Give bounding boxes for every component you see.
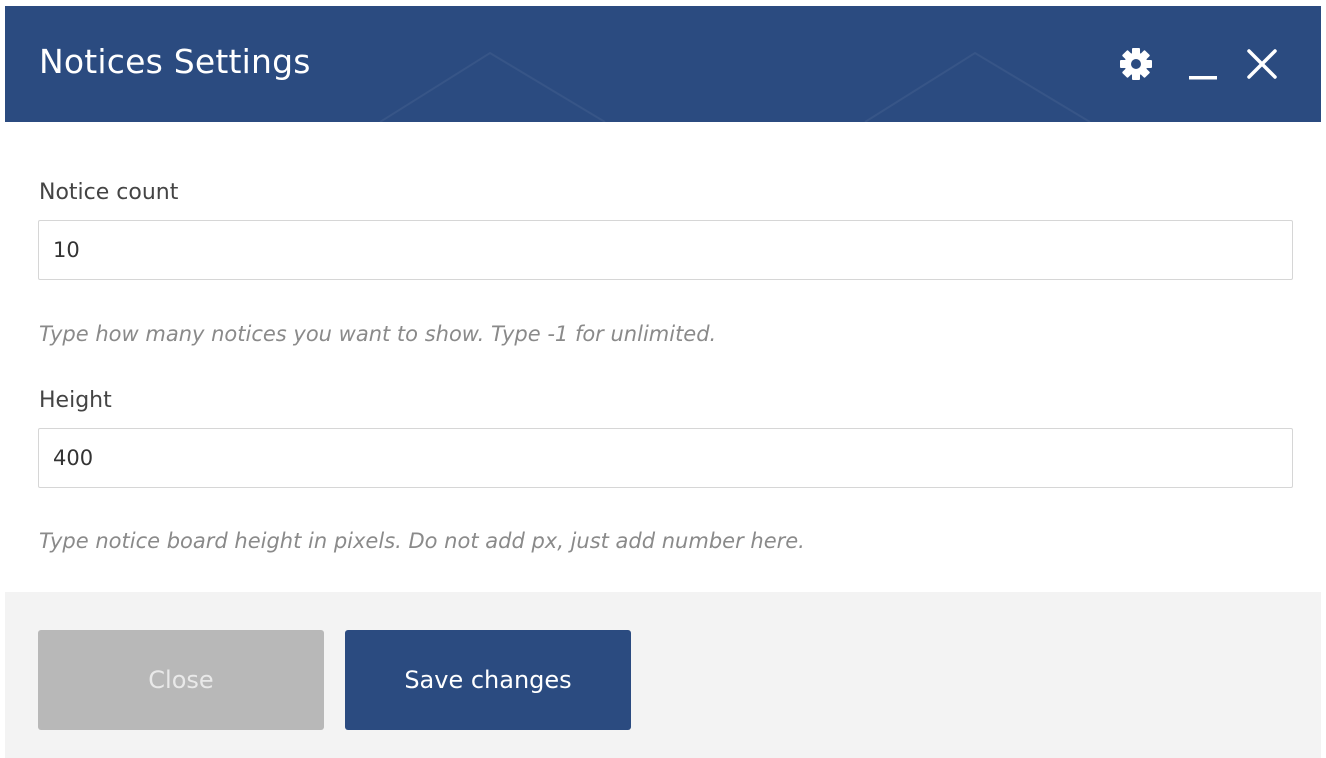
close-icon (1247, 49, 1277, 79)
dialog-title: Notices Settings (39, 42, 311, 81)
notice-count-input[interactable] (38, 220, 1293, 280)
minimize-button[interactable] (1185, 44, 1225, 84)
height-label: Height (39, 388, 112, 413)
dialog-footer: Close Save changes (5, 592, 1321, 758)
gear-icon (1120, 48, 1152, 80)
close-dialog-button[interactable] (1242, 44, 1282, 84)
height-input[interactable] (38, 428, 1293, 488)
settings-button[interactable] (1116, 44, 1156, 84)
dialog-body: Notice count Type how many notices you w… (5, 122, 1321, 592)
dialog-header: Notices Settings (5, 6, 1321, 122)
minimize-icon (1189, 76, 1217, 80)
notices-settings-dialog: Notices Settings Notice count 10 Type ho… (5, 6, 1321, 758)
notice-count-label: Notice count (39, 180, 179, 205)
notice-count-help: Type how many notices you want to show. … (39, 322, 717, 346)
save-changes-button[interactable]: Save changes (345, 630, 631, 730)
close-button[interactable]: Close (38, 630, 324, 730)
height-help: Type notice board height in pixels. Do n… (39, 529, 805, 553)
